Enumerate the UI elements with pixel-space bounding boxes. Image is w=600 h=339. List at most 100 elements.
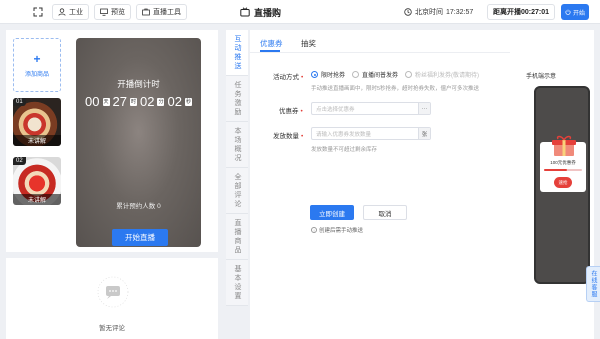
start-label: 开始: [572, 10, 585, 17]
product-status: 未讲解: [13, 135, 61, 146]
reservation-value: 0: [157, 203, 161, 210]
tab-label: 互动推送: [234, 34, 241, 71]
user-icon: [58, 8, 66, 16]
tab-label: 任务激励: [234, 80, 241, 117]
live-preview: 开播倒计时 00 天 27 时 02 分 02 秒 累计预约人数 0 开始直播: [76, 38, 201, 247]
start-button[interactable]: 开始: [561, 4, 589, 20]
manual-push-note: ! 创建后需手动推送: [311, 226, 363, 234]
product-status: 未讲解: [13, 194, 61, 205]
radio-label: 限时抢券: [321, 73, 346, 79]
reservation-label: 累计预约人数: [116, 203, 156, 210]
tab-label: 本场概况: [234, 126, 241, 163]
reservation-count: 累计预约人数 0: [76, 200, 201, 210]
clock-icon: [404, 8, 412, 16]
popup-title: 100元优惠券: [550, 160, 576, 165]
preview-button[interactable]: 预览: [94, 4, 131, 20]
live-tools-label: 直播工具: [153, 9, 181, 16]
days-unit: 天: [102, 97, 110, 106]
add-product-label: 添加商品: [24, 71, 49, 78]
online-service-button[interactable]: 在线客服: [586, 266, 600, 302]
phone-preview: 100元优惠券 速抢: [534, 86, 590, 284]
live-tools-button[interactable]: 直播工具: [136, 4, 187, 20]
quantity-unit: 张: [418, 128, 430, 139]
coupon-label: 优惠券 •: [279, 108, 303, 115]
empty-comment-icon: [97, 276, 129, 308]
beijing-clock: 北京时间 17:32:57: [404, 5, 473, 19]
page-title-text: 直播购: [254, 7, 282, 18]
tab-divider: [250, 52, 510, 53]
side-tabs: 互动推送 任务激励 本场概况 全部评论 直播商品 基本设置: [226, 30, 248, 339]
seconds-unit: 秒: [184, 97, 192, 106]
countdown-time: 00:27:01: [520, 8, 550, 16]
product-card[interactable]: 01 未讲解: [13, 98, 61, 146]
radio-limited-grab[interactable]: 限时抢券: [311, 70, 345, 79]
quantity-label: 发放数量 •: [273, 133, 304, 140]
create-now-button[interactable]: 立即创建: [310, 205, 354, 220]
radio-label: 粉丝福利发券(敬请期待): [415, 73, 479, 79]
tv-icon: [240, 7, 250, 17]
top-bar: 工业 预览 直播工具 直播购 北京时间 17:32:57 距离开播 00:27:…: [0, 0, 600, 24]
tab-live-products[interactable]: 直播商品: [226, 214, 248, 260]
grab-button: 速抢: [554, 177, 572, 188]
page-title: 直播购: [240, 5, 281, 19]
countdown-title: 开播倒计时: [117, 79, 160, 89]
fullscreen-icon[interactable]: [33, 7, 43, 17]
quantity-input[interactable]: 请输入优惠券发放数量 张: [311, 127, 431, 140]
tab-coupon[interactable]: 优惠券: [260, 38, 283, 49]
coupon-select-input[interactable]: 点击选择优惠券 ···: [311, 102, 431, 115]
coupon-form-card: 优惠券 抽奖 活动方式 • 限时抢券 直播间普发券 粉丝福利发券(敬请期待) 手动…: [250, 30, 594, 339]
start-live-button[interactable]: 开始直播: [112, 229, 168, 246]
quantity-placeholder: 请输入优惠券发放数量: [316, 131, 372, 138]
radio-label: 直播间普发券: [362, 73, 399, 79]
power-icon: [565, 9, 571, 15]
radio-dot: [405, 71, 412, 78]
phone-preview-label: 手机端示意: [526, 74, 557, 80]
countdown-hours: 27: [112, 94, 127, 109]
gift-icon: [552, 135, 576, 156]
toolbox-icon: [142, 8, 150, 16]
countdown-to-start: 距离开播 00:27:01: [487, 4, 555, 20]
popup-progress: [544, 169, 582, 171]
workbench-button[interactable]: 工业: [52, 4, 89, 20]
online-service-label: 在线客服: [590, 270, 596, 298]
hours-unit: 时: [129, 97, 137, 106]
plus-icon: +: [33, 51, 41, 66]
cancel-button[interactable]: 取消: [363, 205, 407, 220]
activity-type-text: 活动方式: [273, 74, 299, 81]
tab-interactive-push[interactable]: 互动推送: [226, 30, 248, 76]
quantity-text: 发放数量: [273, 133, 299, 140]
countdown-label: 距离开播: [492, 9, 521, 16]
more-icon[interactable]: ···: [418, 103, 430, 114]
quantity-hint: 发放数量不可超过剩余库存: [311, 147, 378, 153]
clock-label: 北京时间: [415, 9, 443, 16]
warn-text: 创建后需手动推送: [319, 228, 364, 234]
tab-label: 基本设置: [234, 264, 241, 301]
radio-fan-bonus[interactable]: 粉丝福利发券(敬请期待): [405, 70, 479, 79]
activity-hint: 手动推送直播画面中，限时5秒抢券，超时抢券失败，僵户可多次推送: [311, 86, 480, 92]
coupon-placeholder: 点击选择优惠券: [316, 106, 355, 113]
minutes-unit: 分: [157, 97, 165, 106]
tab-lottery[interactable]: 抽奖: [301, 38, 316, 49]
product-number: 02: [13, 157, 26, 165]
info-icon: !: [311, 227, 317, 233]
tab-all-comments[interactable]: 全部评论: [226, 168, 248, 214]
tab-basic-settings[interactable]: 基本设置: [226, 260, 248, 306]
radio-dot: [311, 71, 318, 78]
coupon-text: 优惠券: [279, 108, 299, 115]
tab-label: 全部评论: [234, 172, 241, 209]
workbench-label: 工业: [69, 9, 83, 16]
activity-type-label: 活动方式 •: [273, 74, 304, 81]
product-card[interactable]: 02 未讲解: [13, 157, 61, 205]
empty-comment-text: 暂无评论: [99, 325, 125, 332]
tab-session-overview[interactable]: 本场概况: [226, 122, 248, 168]
add-product-button[interactable]: + 添加商品: [13, 38, 61, 92]
clock-time: 17:32:57: [446, 8, 474, 16]
tab-task-incentive[interactable]: 任务激励: [226, 76, 248, 122]
product-number: 01: [13, 98, 26, 106]
comments-panel: 暂无评论: [6, 258, 218, 339]
preview-label: 预览: [111, 9, 125, 16]
countdown-days: 00: [85, 94, 100, 109]
radio-live-coupon[interactable]: 直播间普发券: [352, 70, 398, 79]
radio-dot: [352, 71, 359, 78]
countdown-seconds: 02: [167, 94, 182, 109]
